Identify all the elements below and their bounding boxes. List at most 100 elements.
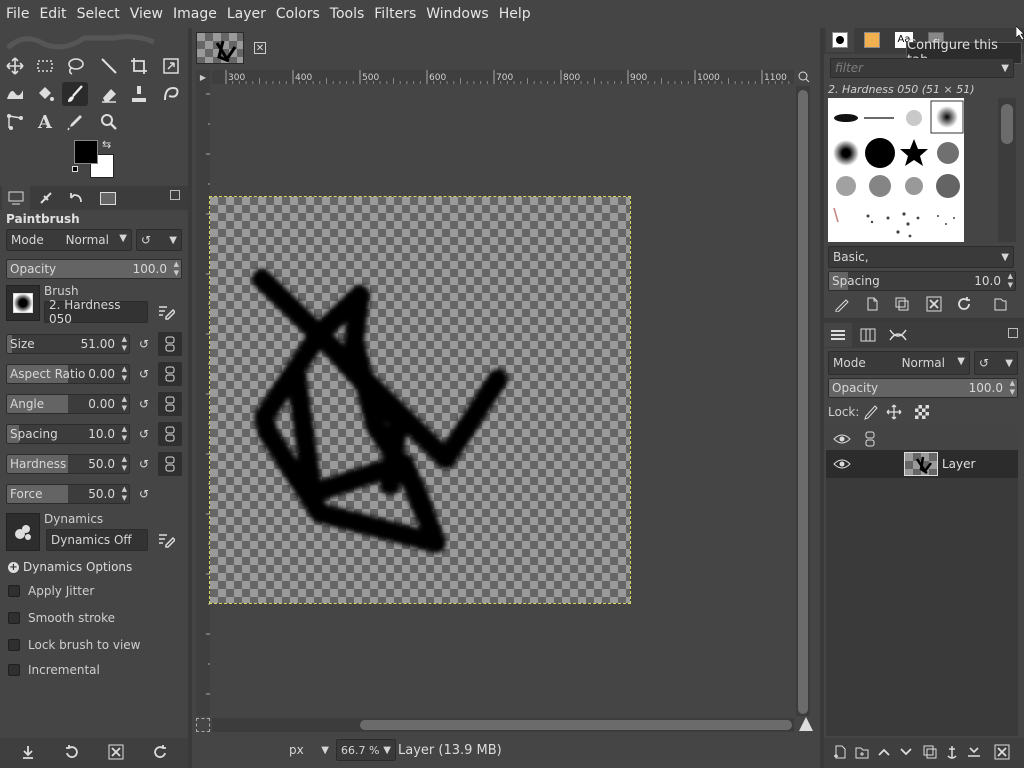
- reset-aspect-ratio-icon[interactable]: ↺: [132, 362, 156, 386]
- menu-edit[interactable]: Edit: [33, 6, 70, 22]
- menu-layer[interactable]: Layer: [221, 6, 270, 22]
- restore-options-icon[interactable]: [60, 740, 84, 764]
- new-layer-icon[interactable]: [828, 740, 852, 764]
- spin-icon[interactable]: ▲ ▼: [122, 335, 127, 353]
- device-status-tab-icon[interactable]: [32, 186, 60, 210]
- text-tool-icon[interactable]: A: [32, 110, 58, 134]
- free-select-tool-icon[interactable]: [62, 54, 88, 78]
- vertical-scrollbar-thumb[interactable]: [798, 90, 808, 714]
- zoom-select[interactable]: 66.7 % ▼: [336, 739, 396, 761]
- reset-colors-icon[interactable]: [72, 166, 82, 176]
- reset-size-icon[interactable]: ↺: [132, 332, 156, 356]
- lock-brush-checkbox[interactable]: Lock brush to view: [8, 638, 141, 652]
- dock-menu-icon[interactable]: [170, 190, 180, 200]
- horizontal-scrollbar-thumb[interactable]: [360, 720, 792, 730]
- dynamics-options-expander[interactable]: + Dynamics Options: [8, 560, 132, 574]
- images-tab-icon[interactable]: [94, 186, 122, 210]
- brush-tag-select[interactable]: Basic, ▼: [828, 246, 1014, 268]
- smooth-stroke-checkbox[interactable]: Smooth stroke: [8, 611, 115, 625]
- delete-brush-icon[interactable]: [922, 292, 946, 316]
- unit-select[interactable]: px ▼: [284, 739, 334, 761]
- right-dock-divider[interactable]: [820, 28, 824, 768]
- layer-mode-reset-dropdown[interactable]: ↺ ▼: [974, 351, 1018, 375]
- zoom-tool-icon[interactable]: [96, 110, 122, 134]
- move-tool-icon[interactable]: [2, 54, 28, 78]
- size-slider[interactable]: Size 51.00 ▲ ▼: [6, 334, 130, 354]
- delete-options-icon[interactable]: [104, 740, 128, 764]
- horizontal-ruler[interactable]: 300 400 500 600 700 800 900 1000 1100: [212, 70, 794, 84]
- chain-header-icon[interactable]: [858, 427, 882, 451]
- brush-spacing-slider[interactable]: Spacing 10.0 ▲ ▼: [828, 271, 1016, 291]
- delete-layer-icon[interactable]: [990, 740, 1014, 764]
- merge-layer-icon[interactable]: [962, 740, 986, 764]
- apply-jitter-checkbox[interactable]: Apply Jitter: [8, 584, 94, 598]
- link-size-icon[interactable]: [158, 332, 182, 356]
- menu-view[interactable]: View: [124, 6, 167, 22]
- refresh-brushes-icon[interactable]: [952, 292, 976, 316]
- reset-options-icon[interactable]: [148, 740, 172, 764]
- zoom-fit-icon[interactable]: [796, 70, 812, 84]
- spin-icon[interactable]: ▲ ▼: [122, 395, 127, 413]
- spin-icon[interactable]: ▲ ▼: [122, 425, 127, 443]
- spin-icon[interactable]: ▲ ▼: [122, 455, 127, 473]
- channels-tab-icon[interactable]: [854, 323, 882, 347]
- link-aspect-ratio-icon[interactable]: [158, 362, 182, 386]
- image-tab-thumbnail[interactable]: [196, 32, 244, 64]
- spin-icon[interactable]: ▲ ▼: [174, 260, 179, 278]
- spin-icon[interactable]: ▲ ▼: [1008, 272, 1013, 290]
- visibility-header-icon[interactable]: [830, 427, 854, 451]
- edit-brush-icon[interactable]: [154, 300, 178, 324]
- transform-tool-icon[interactable]: [158, 54, 184, 78]
- link-hardness-icon[interactable]: [158, 452, 182, 476]
- brush-grid-scrollbar-thumb[interactable]: [1001, 104, 1013, 144]
- eraser-tool-icon[interactable]: [96, 82, 122, 106]
- lower-layer-icon[interactable]: [894, 740, 918, 764]
- layer-mode-select[interactable]: Mode Normal ▼: [828, 351, 970, 375]
- menu-image[interactable]: Image: [167, 6, 221, 22]
- mode-reset-dropdown[interactable]: ↺ ▼: [136, 229, 182, 251]
- image-canvas[interactable]: [209, 196, 631, 604]
- patterns-tab-icon[interactable]: [858, 28, 886, 52]
- bucket-fill-tool-icon[interactable]: [32, 82, 58, 106]
- menu-colors[interactable]: Colors: [270, 6, 324, 22]
- link-spacing-icon[interactable]: [158, 422, 182, 446]
- save-options-icon[interactable]: [16, 740, 40, 764]
- menu-select[interactable]: Select: [71, 6, 124, 22]
- fuzzy-select-tool-icon[interactable]: [96, 54, 122, 78]
- left-dock-divider[interactable]: [188, 28, 192, 768]
- brush-preview[interactable]: [6, 285, 40, 321]
- color-picker-tool-icon[interactable]: [62, 110, 88, 134]
- duplicate-brush-icon[interactable]: [890, 292, 914, 316]
- menu-windows[interactable]: Windows: [420, 6, 493, 22]
- tool-options-tab-icon[interactable]: [2, 186, 30, 210]
- clone-tool-icon[interactable]: [126, 82, 152, 106]
- foreground-color-swatch[interactable]: [74, 140, 98, 164]
- menu-file[interactable]: File: [0, 6, 33, 22]
- link-angle-icon[interactable]: [158, 392, 182, 416]
- force-slider[interactable]: Force 50.0 ▲ ▼: [6, 484, 130, 504]
- close-tab-icon[interactable]: ✕: [254, 42, 266, 54]
- navigate-icon[interactable]: [798, 716, 814, 732]
- warp-tool-icon[interactable]: [2, 82, 28, 106]
- menu-tools[interactable]: Tools: [324, 6, 369, 22]
- paintbrush-tool-icon[interactable]: [62, 82, 88, 106]
- reset-hardness-icon[interactable]: ↺: [132, 452, 156, 476]
- incremental-checkbox[interactable]: Incremental: [8, 663, 100, 677]
- lock-position-icon[interactable]: [882, 400, 906, 424]
- menu-help[interactable]: Help: [493, 6, 535, 22]
- lock-pixels-icon[interactable]: [858, 400, 882, 424]
- rect-select-tool-icon[interactable]: [32, 54, 58, 78]
- brushes-tab-icon[interactable]: [826, 28, 854, 52]
- raise-layer-icon[interactable]: [872, 740, 896, 764]
- mode-select[interactable]: Mode Normal ▼: [6, 229, 132, 251]
- reset-spacing-icon[interactable]: ↺: [132, 422, 156, 446]
- angle-slider[interactable]: Angle 0.00 ▲ ▼: [6, 394, 130, 414]
- paths-tab-icon[interactable]: [884, 323, 912, 347]
- undo-history-tab-icon[interactable]: [62, 186, 90, 210]
- spin-icon[interactable]: ▲ ▼: [122, 485, 127, 503]
- spacing-slider[interactable]: Spacing 10.0 ▲ ▼: [6, 424, 130, 444]
- vertical-scrollbar[interactable]: [796, 86, 810, 716]
- layer-visibility-eye-icon[interactable]: [830, 452, 854, 476]
- menu-filters[interactable]: Filters: [368, 6, 420, 22]
- edit-brush-tab-icon[interactable]: [830, 292, 854, 316]
